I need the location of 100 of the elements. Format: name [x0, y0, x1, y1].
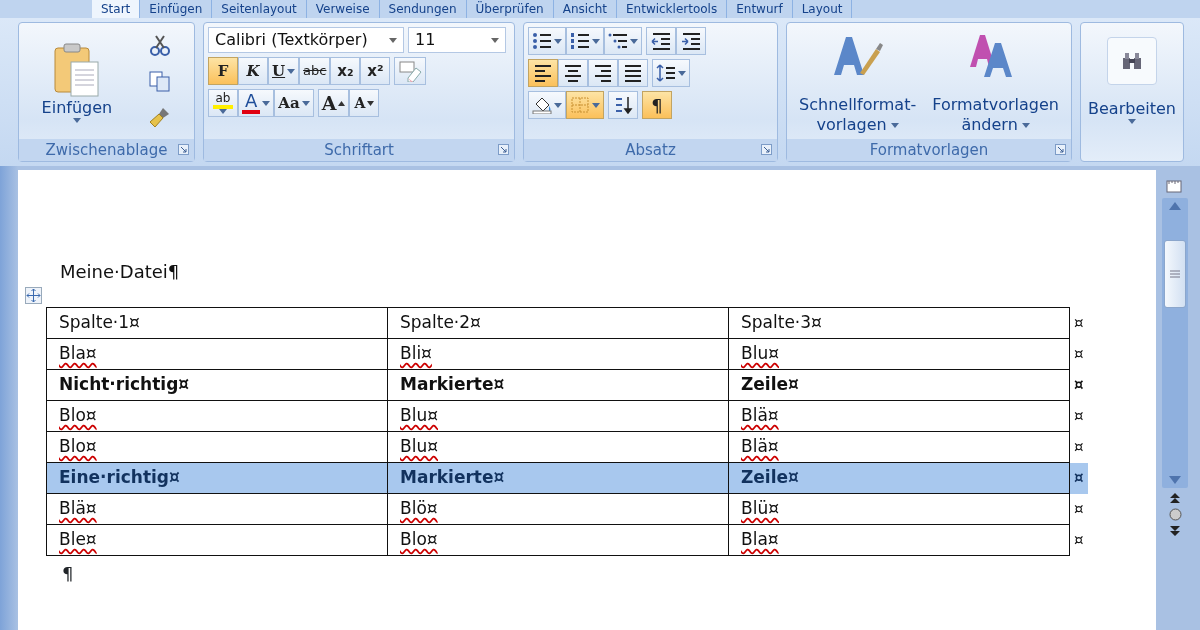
- paragraph-mark: ¶: [62, 562, 75, 586]
- underline-button[interactable]: U: [268, 57, 300, 85]
- caret-icon: [592, 102, 600, 108]
- table-cell: Blo¤: [46, 431, 388, 463]
- grow-font-button[interactable]: A: [317, 89, 350, 117]
- row-end-mark: ¤: [1069, 431, 1088, 463]
- row-end-mark: ¤: [1069, 307, 1088, 339]
- binoculars-icon: [1121, 52, 1143, 70]
- document-heading: Meine·Datei¶: [60, 260, 181, 284]
- change-case-button[interactable]: Aa: [274, 89, 314, 117]
- move-handle-icon[interactable]: [25, 287, 42, 304]
- bold-button[interactable]: F: [208, 57, 238, 85]
- caret-icon: [389, 37, 397, 43]
- ruler-toggle-icon[interactable]: [1166, 178, 1184, 194]
- table-cell: Blu¤: [387, 431, 729, 463]
- paintbrush-icon[interactable]: [149, 106, 172, 128]
- caret-icon: [301, 100, 310, 106]
- dialog-launcher-icon[interactable]: [1055, 144, 1066, 155]
- caret-icon: [630, 38, 638, 44]
- font-size-dropdown[interactable]: 11: [408, 27, 506, 53]
- scrollbar-thumb[interactable]: [1164, 240, 1186, 308]
- caret-icon: [287, 68, 296, 74]
- dialog-launcher-icon[interactable]: [761, 144, 772, 155]
- ribbon-tab[interactable]: Start: [92, 0, 141, 18]
- group-title: Schriftart: [324, 139, 394, 161]
- caret-icon: [491, 37, 499, 43]
- paint-bucket-icon[interactable]: [532, 96, 552, 114]
- table-cell: Nicht·richtig¤: [46, 369, 388, 401]
- table-cell: Spalte·3¤: [728, 307, 1070, 339]
- strikethrough-button[interactable]: abc: [299, 57, 331, 85]
- caret-icon: [367, 100, 375, 106]
- align-right-icon[interactable]: [593, 64, 613, 82]
- caret-icon: [890, 122, 899, 128]
- font-name-dropdown[interactable]: Calibri (Textkörper): [208, 27, 404, 53]
- grip-icon: [1170, 270, 1180, 278]
- increase-indent-icon[interactable]: [681, 32, 701, 50]
- table-cell: Blo¤: [387, 524, 729, 556]
- group-title: Formatvorlagen: [869, 139, 989, 161]
- table-cell: Blu¤: [728, 338, 1070, 370]
- dialog-launcher-icon[interactable]: [178, 144, 189, 155]
- table-cell: Blä¤: [728, 431, 1070, 463]
- group-title: Zwischenablage: [45, 139, 168, 161]
- numbered-list-icon[interactable]: [570, 32, 590, 50]
- table-cell: Blä¤: [728, 400, 1070, 432]
- row-end-mark: ¤: [1069, 338, 1088, 370]
- sort-icon[interactable]: [613, 96, 633, 114]
- table-cell: Bla¤: [728, 524, 1070, 556]
- subscript-button[interactable]: x₂: [330, 57, 361, 85]
- paste-button[interactable]: Einfügen: [41, 27, 113, 135]
- table-cell: Blö¤: [387, 493, 729, 525]
- row-end-mark: ¤: [1069, 400, 1088, 432]
- table-cell: Bli¤: [387, 338, 729, 370]
- line-spacing-icon[interactable]: [656, 64, 676, 82]
- table-cell: Markierte¤: [387, 369, 729, 401]
- up-caret-icon: [338, 100, 346, 106]
- caret-icon: [1021, 122, 1030, 128]
- caret-icon: [219, 109, 227, 114]
- shrink-font-button[interactable]: A: [349, 89, 380, 117]
- superscript-button[interactable]: x²: [360, 57, 391, 85]
- row-end-mark: ¤: [1069, 369, 1088, 401]
- highlight-button[interactable]: ab: [208, 89, 238, 117]
- editing-button[interactable]: Bearbeiten: [1081, 23, 1183, 124]
- styles-button[interactable]: Schnellformat- vorlagen: [799, 27, 917, 135]
- font-color-button[interactable]: A: [238, 89, 275, 117]
- bullet-list-icon[interactable]: [532, 32, 552, 50]
- multilevel-list-icon[interactable]: [608, 32, 628, 50]
- table-cell: Eine·richtig¤: [46, 462, 388, 494]
- table-cell: Zeile¤: [728, 462, 1070, 494]
- caret-icon: [262, 100, 271, 106]
- caret-icon: [678, 70, 686, 76]
- table-cell: Spalte·1¤: [46, 307, 388, 339]
- table-cell: Blu¤: [387, 400, 729, 432]
- italic-button[interactable]: K: [238, 57, 268, 85]
- caret-icon: [554, 102, 562, 108]
- caret-icon: [72, 117, 81, 123]
- styles-button[interactable]: Formatvorlagen ändern: [932, 27, 1059, 135]
- decrease-indent-icon[interactable]: [651, 32, 671, 50]
- table-cell: Zeile¤: [728, 369, 1070, 401]
- clipboard-icon: [52, 41, 101, 98]
- next-page-icon[interactable]: [1169, 525, 1181, 537]
- caret-icon: [554, 38, 562, 44]
- caret-icon: [1128, 119, 1136, 124]
- copy-icon[interactable]: [149, 70, 172, 92]
- dialog-launcher-icon[interactable]: [498, 144, 509, 155]
- table-cell: Blo¤: [46, 400, 388, 432]
- caret-icon: [592, 38, 600, 44]
- table-cell: Bla¤: [46, 338, 388, 370]
- row-end-mark: ¤: [1069, 493, 1088, 525]
- cut-icon[interactable]: [149, 34, 172, 56]
- group-title: Absatz: [625, 139, 676, 161]
- table-cell: Blü¤: [728, 493, 1070, 525]
- show-formatting-button[interactable]: ¶: [642, 91, 672, 119]
- align-center-icon[interactable]: [563, 64, 583, 82]
- align-left-icon[interactable]: [533, 64, 553, 82]
- table-cell: Blä¤: [46, 493, 388, 525]
- table-cell: Spalte·2¤: [387, 307, 729, 339]
- justify-icon[interactable]: [623, 64, 643, 82]
- previous-page-icon[interactable]: [1169, 492, 1181, 504]
- table-cell: Ble¤: [46, 524, 388, 556]
- row-end-mark: ¤: [1069, 524, 1088, 556]
